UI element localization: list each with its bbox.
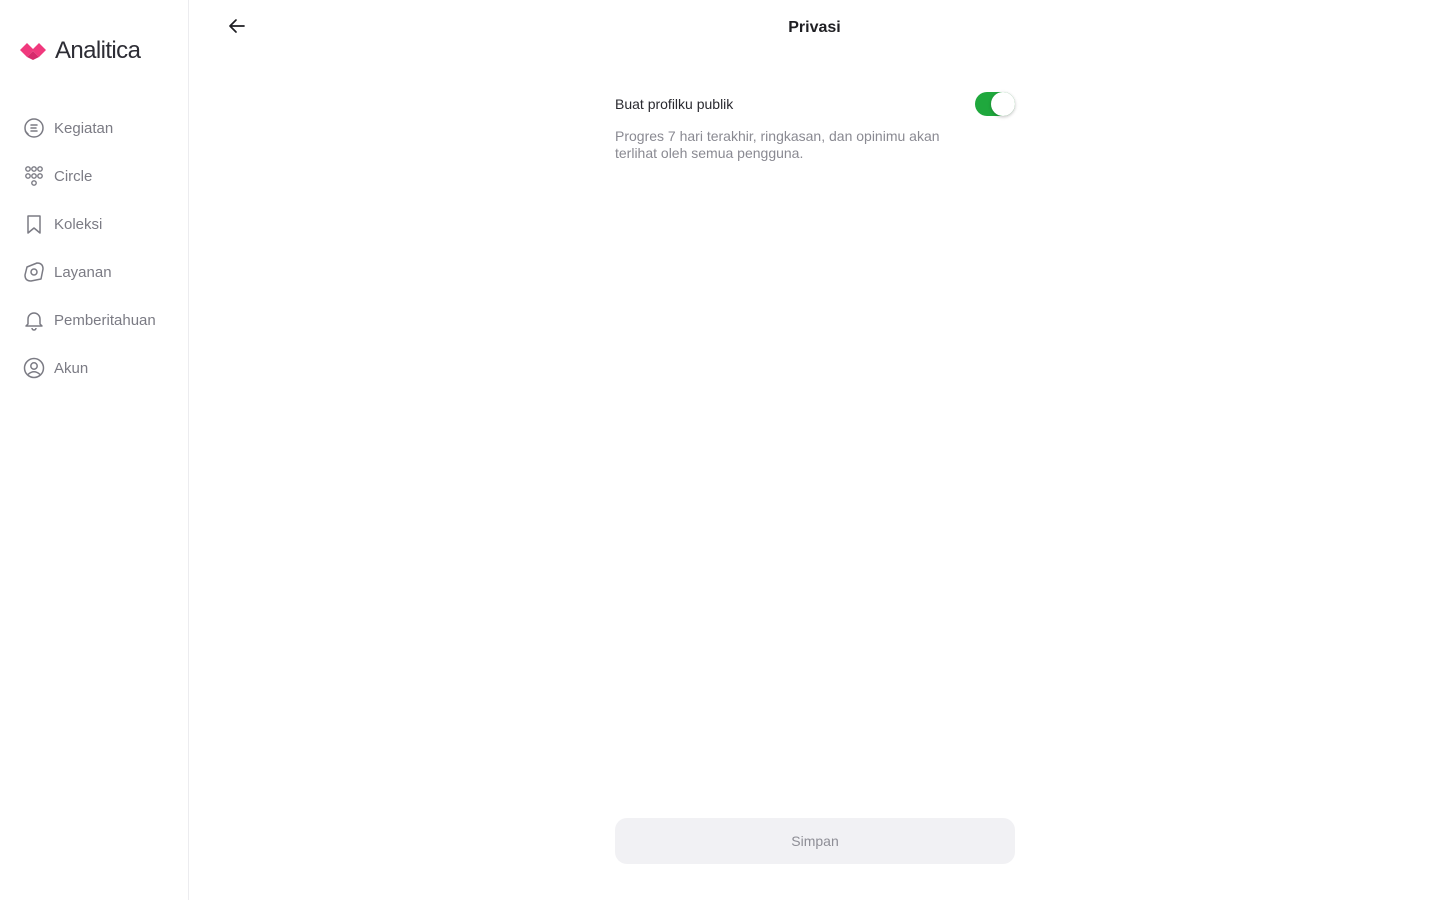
bell-icon bbox=[23, 309, 45, 331]
people-icon bbox=[23, 165, 45, 187]
sidebar-item-label: Akun bbox=[54, 359, 89, 377]
sidebar-item-kegiatan[interactable]: Kegiatan bbox=[0, 104, 188, 152]
public-profile-toggle[interactable] bbox=[975, 92, 1015, 116]
services-icon bbox=[23, 261, 45, 283]
save-button[interactable]: Simpan bbox=[615, 818, 1015, 864]
app-root: Analitica Kegiatan Circle Koleksi Layana… bbox=[0, 0, 1440, 900]
sidebar-item-label: Circle bbox=[54, 167, 93, 185]
public-profile-row: Buat profilku publik bbox=[615, 92, 1015, 116]
sidebar: Analitica Kegiatan Circle Koleksi Layana… bbox=[0, 0, 189, 900]
analitica-logo-icon bbox=[18, 37, 48, 66]
activity-icon bbox=[23, 117, 45, 139]
toggle-knob bbox=[991, 92, 1015, 116]
page-title: Privasi bbox=[788, 19, 841, 36]
sidebar-item-label: Pemberitahuan bbox=[54, 311, 156, 329]
public-profile-label: Buat profilku publik bbox=[615, 96, 734, 112]
logo[interactable]: Analitica bbox=[18, 36, 141, 66]
bookmark-icon bbox=[23, 213, 45, 235]
logo-text: Analitica bbox=[55, 37, 141, 64]
account-icon bbox=[23, 357, 45, 379]
sidebar-item-label: Kegiatan bbox=[54, 119, 114, 137]
sidebar-item-label: Layanan bbox=[54, 263, 112, 281]
public-profile-setting: Buat profilku publik Progres 7 hari tera… bbox=[615, 92, 1015, 162]
sidebar-nav: Kegiatan Circle Koleksi Layanan Pemberit… bbox=[0, 104, 188, 392]
sidebar-item-layanan[interactable]: Layanan bbox=[0, 248, 188, 296]
sidebar-item-koleksi[interactable]: Koleksi bbox=[0, 200, 188, 248]
sidebar-item-akun[interactable]: Akun bbox=[0, 344, 188, 392]
main-content: Privasi Buat profilku publik Progres 7 h… bbox=[189, 0, 1440, 900]
sidebar-item-label: Koleksi bbox=[54, 215, 103, 233]
sidebar-item-circle[interactable]: Circle bbox=[0, 152, 188, 200]
public-profile-description: Progres 7 hari terakhir, ringkasan, dan … bbox=[615, 128, 940, 161]
sidebar-item-pemberitahuan[interactable]: Pemberitahuan bbox=[0, 296, 188, 344]
